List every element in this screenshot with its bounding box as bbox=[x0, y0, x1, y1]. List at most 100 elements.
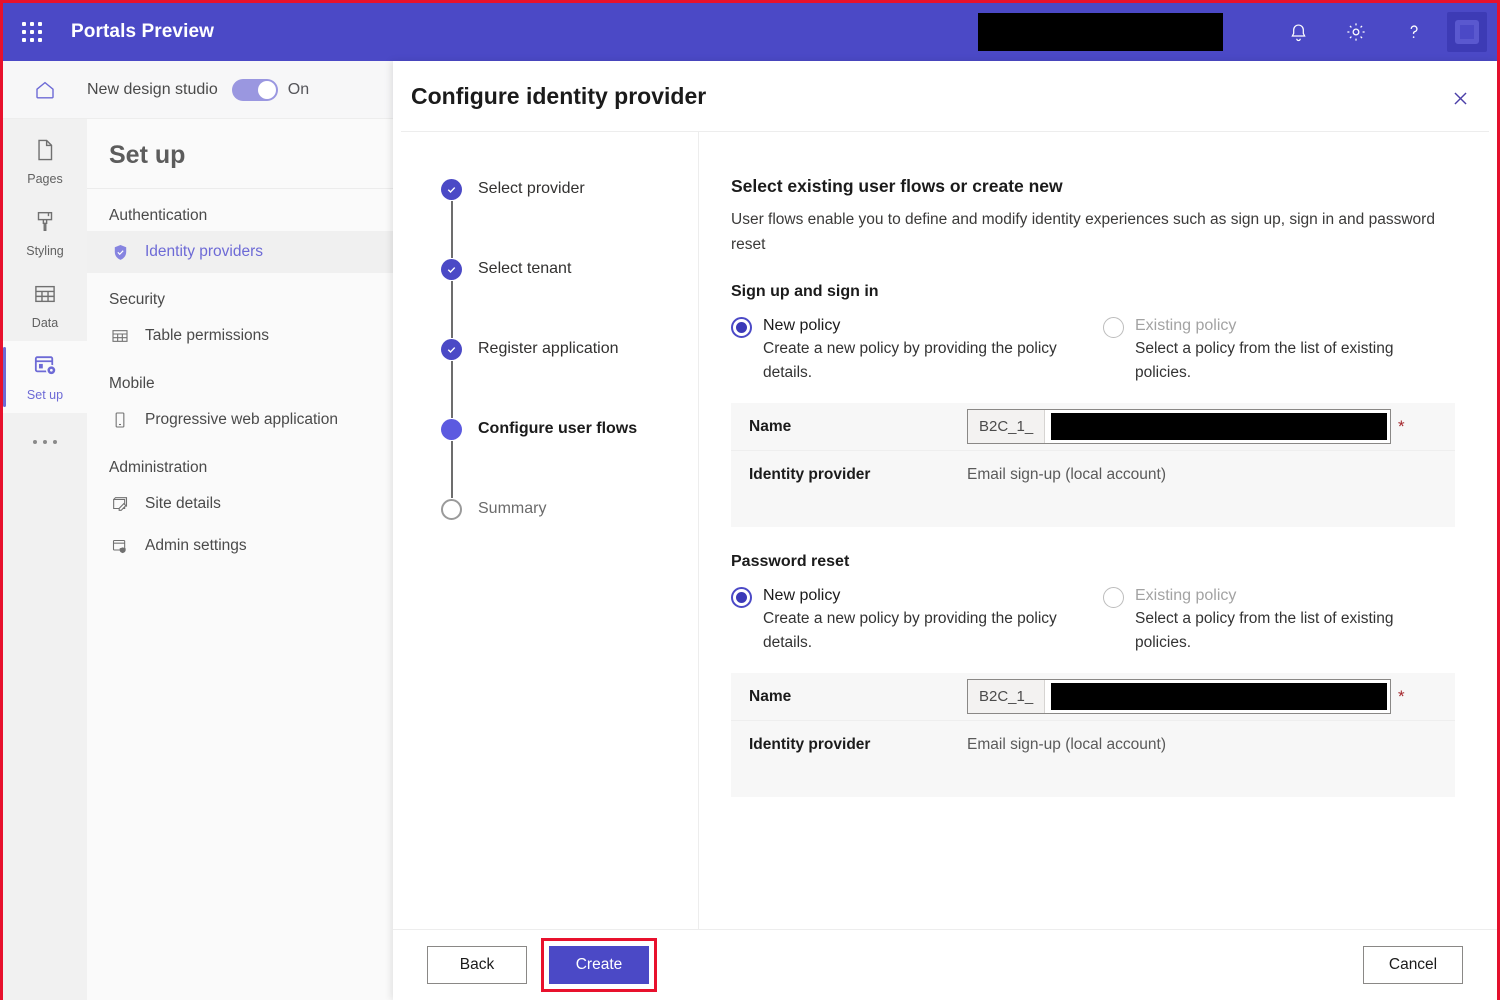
content-heading: Select existing user flows or create new bbox=[731, 176, 1455, 197]
create-button[interactable]: Create bbox=[549, 946, 649, 984]
sidebar-item-table-permissions[interactable]: Table permissions bbox=[87, 315, 393, 357]
sidebar-item-site-details[interactable]: Site details bbox=[87, 483, 393, 525]
signup-provider-row: Identity provider Email sign-up (local a… bbox=[731, 451, 1455, 499]
radio-new-policy-signup[interactable]: New policy Create a new policy by provid… bbox=[731, 315, 1093, 385]
app-title: Portals Preview bbox=[71, 21, 214, 43]
step-connector bbox=[451, 361, 453, 418]
name-prefix-label: B2C_1_ bbox=[968, 410, 1045, 443]
page-title: Set up bbox=[87, 119, 393, 189]
create-button-highlight: Create bbox=[541, 938, 657, 992]
nav-group-heading: Security bbox=[87, 273, 393, 315]
app-launcher-icon[interactable] bbox=[19, 19, 45, 45]
rail-label: Styling bbox=[26, 244, 64, 258]
sidebar-item-label: Site details bbox=[145, 495, 221, 513]
radio-label: Existing policy bbox=[1135, 315, 1445, 336]
top-app-bar: Portals Preview bbox=[3, 3, 1497, 61]
step-select-provider[interactable]: Select provider bbox=[441, 178, 698, 258]
edit-page-icon bbox=[109, 493, 131, 515]
dialog-footer: Back Create Cancel bbox=[393, 929, 1497, 1000]
design-studio-toggle[interactable] bbox=[232, 79, 278, 101]
close-icon[interactable] bbox=[1443, 81, 1477, 115]
sidebar-item-admin-settings[interactable]: Admin settings bbox=[87, 525, 393, 567]
left-icon-rail: Pages Styling Data bbox=[3, 119, 87, 1000]
step-select-tenant[interactable]: Select tenant bbox=[441, 258, 698, 338]
table-icon bbox=[32, 281, 58, 312]
radio-existing-policy-signup[interactable]: Existing policy Select a policy from the… bbox=[1093, 315, 1455, 385]
radio-new-policy-password-reset[interactable]: New policy Create a new policy by provid… bbox=[731, 585, 1093, 655]
sidebar-item-identity-providers[interactable]: Identity providers bbox=[87, 231, 393, 273]
radio-selected-icon bbox=[731, 587, 752, 608]
cancel-button[interactable]: Cancel bbox=[1363, 946, 1463, 984]
radio-label: New policy bbox=[763, 315, 1073, 336]
step-connector bbox=[451, 201, 453, 258]
name-value-redacted bbox=[1051, 683, 1387, 710]
sidebar-item-label: Admin settings bbox=[145, 537, 247, 555]
search-box-redacted[interactable] bbox=[978, 13, 1223, 51]
step-done-icon bbox=[441, 179, 462, 200]
setup-nav-panel: Set up Authentication Identity providers… bbox=[87, 119, 393, 1000]
rail-label: Pages bbox=[27, 172, 62, 186]
sidebar-item-label: Identity providers bbox=[145, 243, 263, 261]
section-title-signup-signin: Sign up and sign in bbox=[731, 283, 1455, 301]
field-label-name: Name bbox=[749, 688, 967, 706]
password-reset-provider-row: Identity provider Email sign-up (local a… bbox=[731, 721, 1455, 769]
dialog-title: Configure identity provider bbox=[411, 83, 706, 110]
bell-icon[interactable] bbox=[1269, 3, 1327, 61]
radio-selected-icon bbox=[731, 317, 752, 338]
rail-label: Data bbox=[32, 316, 58, 330]
sidebar-item-label: Table permissions bbox=[145, 327, 269, 345]
nav-group-heading: Mobile bbox=[87, 357, 393, 399]
radio-description: Create a new policy by providing the pol… bbox=[763, 337, 1073, 385]
nav-group-heading: Administration bbox=[87, 441, 393, 483]
radio-label: Existing policy bbox=[1135, 585, 1445, 606]
step-label: Summary bbox=[478, 498, 546, 520]
field-label-name: Name bbox=[749, 418, 967, 436]
field-value-identity-provider: Email sign-up (local account) bbox=[967, 466, 1166, 484]
step-label: Configure user flows bbox=[478, 418, 637, 440]
help-icon[interactable] bbox=[1385, 3, 1443, 61]
admin-shield-icon bbox=[109, 535, 131, 557]
sidebar-item-label: Progressive web application bbox=[145, 411, 338, 429]
required-marker: * bbox=[1398, 420, 1405, 434]
password-reset-name-row: Name B2C_1_ * bbox=[731, 673, 1455, 721]
home-icon[interactable] bbox=[3, 78, 87, 102]
signup-name-input[interactable]: B2C_1_ bbox=[967, 409, 1391, 444]
brush-icon bbox=[32, 209, 58, 240]
gear-icon[interactable] bbox=[1327, 3, 1385, 61]
rail-item-styling[interactable]: Styling bbox=[3, 197, 87, 269]
back-button[interactable]: Back bbox=[427, 946, 527, 984]
name-value-redacted bbox=[1051, 413, 1387, 440]
rail-label: Set up bbox=[27, 388, 63, 402]
signup-name-row: Name B2C_1_ * bbox=[731, 403, 1455, 451]
step-done-icon bbox=[441, 339, 462, 360]
rail-item-data[interactable]: Data bbox=[3, 269, 87, 341]
nav-group-heading: Authentication bbox=[87, 189, 393, 231]
step-label: Select tenant bbox=[478, 258, 571, 280]
step-configure-user-flows[interactable]: Configure user flows bbox=[441, 418, 698, 498]
step-connector bbox=[451, 441, 453, 498]
sidebar-item-progressive-web-application[interactable]: Progressive web application bbox=[87, 399, 393, 441]
step-label: Select provider bbox=[478, 178, 585, 200]
table-grid-icon bbox=[109, 325, 131, 347]
radio-description: Select a policy from the list of existin… bbox=[1135, 337, 1445, 385]
rail-more-icon[interactable] bbox=[3, 413, 87, 471]
field-label-identity-provider: Identity provider bbox=[749, 736, 967, 754]
avatar[interactable] bbox=[1447, 12, 1487, 52]
rail-item-pages[interactable]: Pages bbox=[3, 125, 87, 197]
configure-identity-provider-dialog: Configure identity provider Selec bbox=[393, 61, 1497, 1000]
shield-check-icon bbox=[109, 241, 131, 263]
password-reset-policy-card: Name B2C_1_ * Identity provider Email si… bbox=[731, 673, 1455, 797]
design-studio-bar: New design studio On bbox=[3, 61, 393, 119]
name-prefix-label: B2C_1_ bbox=[968, 680, 1045, 713]
step-register-application[interactable]: Register application bbox=[441, 338, 698, 418]
radio-label: New policy bbox=[763, 585, 1073, 606]
step-todo-icon bbox=[441, 499, 462, 520]
dialog-header: Configure identity provider bbox=[393, 61, 1497, 131]
password-reset-name-input[interactable]: B2C_1_ bbox=[967, 679, 1391, 714]
rail-item-setup[interactable]: Set up bbox=[3, 341, 87, 413]
page-icon bbox=[32, 137, 58, 168]
step-summary[interactable]: Summary bbox=[441, 498, 698, 578]
step-current-icon bbox=[441, 419, 462, 440]
signup-policy-card: Name B2C_1_ * Identity provider Email si… bbox=[731, 403, 1455, 527]
radio-existing-policy-password-reset[interactable]: Existing policy Select a policy from the… bbox=[1093, 585, 1455, 655]
